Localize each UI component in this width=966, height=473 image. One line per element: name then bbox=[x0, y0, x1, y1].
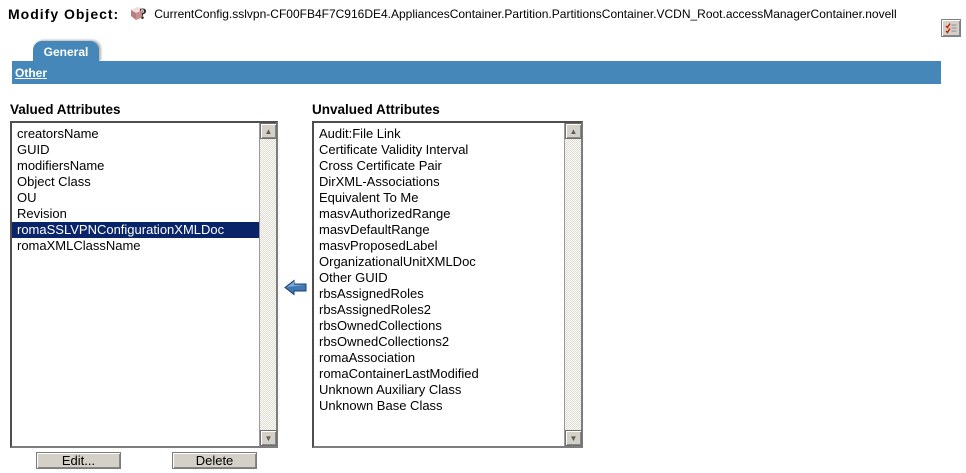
unvalued-scrollbar[interactable]: ▲ ▼ bbox=[564, 123, 582, 446]
unvalued-attributes-list[interactable]: Audit:File Link Certificate Validity Inte… bbox=[314, 123, 564, 446]
list-item[interactable]: masvDefaultRange bbox=[314, 222, 564, 238]
list-item[interactable]: Object Class bbox=[12, 174, 259, 190]
list-item[interactable]: modifiersName bbox=[12, 158, 259, 174]
list-item[interactable]: OrganizationalUnitXMLDoc bbox=[314, 254, 564, 270]
page-header: Modify Object: ? CurrentConfig.sslvpn-CF… bbox=[8, 4, 897, 24]
list-item[interactable]: romaContainerLastModified bbox=[314, 366, 564, 382]
list-item[interactable]: rbsOwnedCollections bbox=[314, 318, 564, 334]
list-item[interactable]: Equivalent To Me bbox=[314, 190, 564, 206]
list-item[interactable]: masvProposedLabel bbox=[314, 238, 564, 254]
list-item[interactable]: romaSSLVPNConfigurationXMLDoc bbox=[12, 222, 259, 238]
object-path: CurrentConfig.sslvpn-CF00FB4F7C916DE4.Ap… bbox=[154, 6, 897, 21]
unknown-object-icon: ? bbox=[129, 4, 153, 23]
scroll-down-icon[interactable]: ▼ bbox=[260, 430, 277, 446]
list-item[interactable]: Certificate Validity Interval bbox=[314, 142, 564, 158]
list-item[interactable]: masvAuthorizedRange bbox=[314, 206, 564, 222]
list-item[interactable]: Audit:File Link bbox=[314, 126, 564, 142]
tab-general-label: General bbox=[43, 44, 89, 59]
list-item[interactable]: DirXML-Associations bbox=[314, 174, 564, 190]
list-item[interactable]: Unknown Auxiliary Class bbox=[314, 382, 564, 398]
valued-attributes-list[interactable]: creatorsName GUID modifiersName Object Clas… bbox=[12, 123, 259, 446]
scroll-down-icon[interactable]: ▼ bbox=[565, 430, 582, 446]
valued-attributes-label: Valued Attributes bbox=[10, 102, 121, 117]
list-item[interactable]: creatorsName bbox=[12, 126, 259, 142]
edit-button[interactable]: Edit... bbox=[36, 452, 121, 469]
move-left-arrow-icon[interactable] bbox=[284, 278, 308, 297]
list-item[interactable]: rbsAssignedRoles2 bbox=[314, 302, 564, 318]
list-item[interactable]: GUID bbox=[12, 142, 259, 158]
list-item[interactable]: OU bbox=[12, 190, 259, 206]
unvalued-attributes-label: Unvalued Attributes bbox=[312, 102, 440, 117]
valued-scrollbar[interactable]: ▲ ▼ bbox=[259, 123, 277, 446]
list-item[interactable]: Other GUID bbox=[314, 270, 564, 286]
list-item[interactable]: rbsAssignedRoles bbox=[314, 286, 564, 302]
scroll-up-icon[interactable]: ▲ bbox=[565, 123, 582, 139]
tab-other-link[interactable]: Other bbox=[15, 66, 47, 80]
list-item[interactable]: Unknown Base Class bbox=[314, 398, 564, 414]
list-item[interactable]: romaAssociation bbox=[314, 350, 564, 366]
page-title: Modify Object: bbox=[8, 5, 120, 22]
scroll-up-icon[interactable]: ▲ bbox=[260, 123, 277, 139]
svg-text:?: ? bbox=[139, 6, 147, 23]
tab-strip: Other bbox=[12, 61, 941, 84]
list-item[interactable]: romaXMLClassName bbox=[12, 238, 259, 254]
list-item[interactable]: Revision bbox=[12, 206, 259, 222]
delete-button[interactable]: Delete bbox=[172, 452, 257, 469]
attribute-list-icon[interactable] bbox=[941, 19, 961, 37]
valued-attributes-listbox: creatorsName GUID modifiersName Object Clas… bbox=[10, 121, 278, 448]
list-item[interactable]: Cross Certificate Pair bbox=[314, 158, 564, 174]
unvalued-attributes-listbox: Audit:File Link Certificate Validity Inte… bbox=[312, 121, 583, 448]
tab-general[interactable]: General bbox=[33, 41, 99, 62]
list-item[interactable]: rbsOwnedCollections2 bbox=[314, 334, 564, 350]
